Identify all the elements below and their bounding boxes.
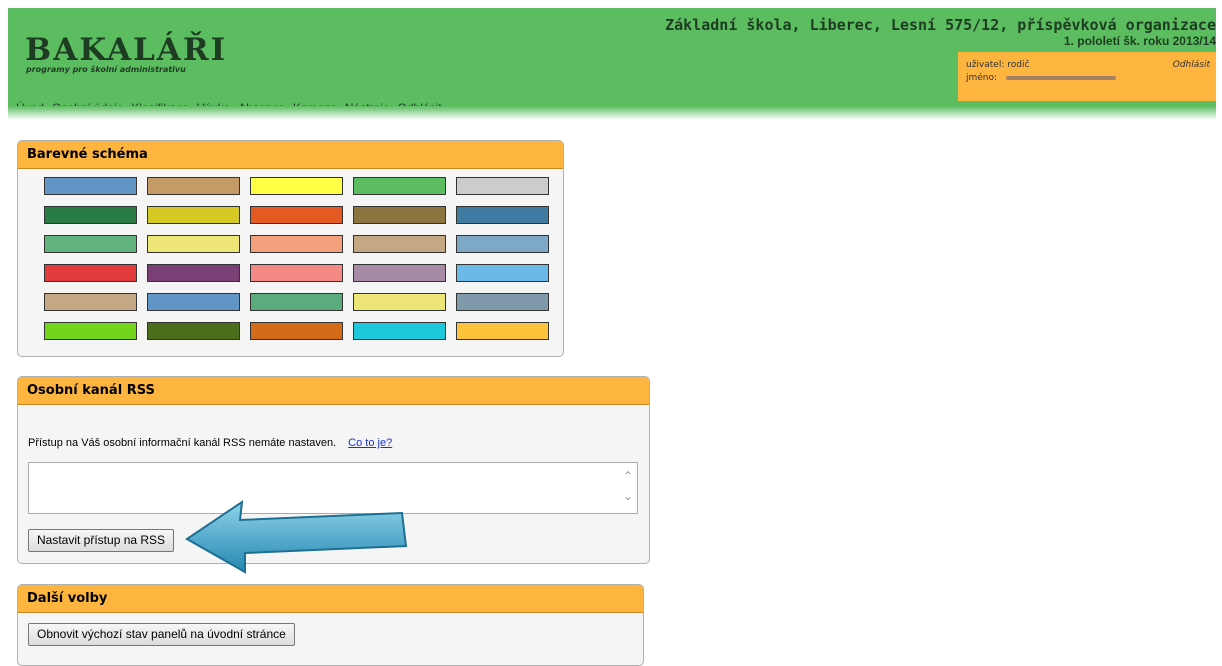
pointer-arrow-annotation (185, 499, 408, 574)
arrow-shape (185, 499, 408, 574)
